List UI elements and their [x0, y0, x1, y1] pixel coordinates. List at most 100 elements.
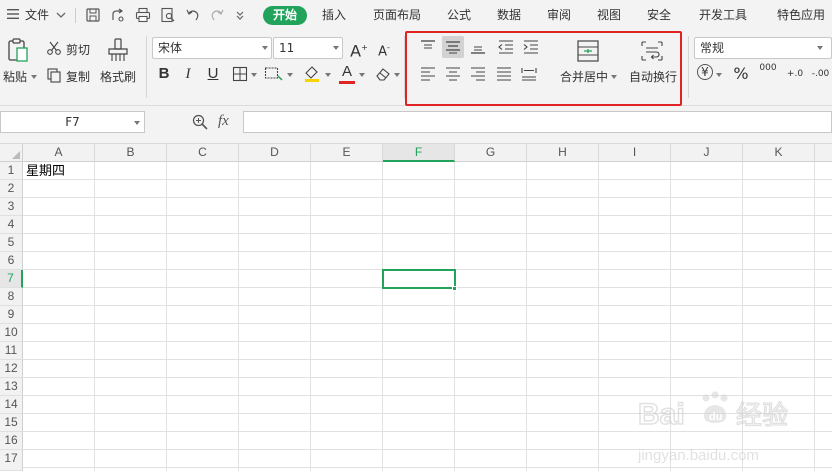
merge-center-icon[interactable]: [576, 39, 600, 63]
file-menu[interactable]: 文件: [25, 6, 49, 25]
merge-center-dropdown-caret[interactable]: [611, 75, 617, 79]
tab-page-layout[interactable]: 页面布局: [373, 6, 421, 25]
scissors-icon[interactable]: [46, 40, 62, 56]
tab-view[interactable]: 视图: [597, 6, 621, 25]
row-header-8[interactable]: 8: [0, 288, 23, 306]
insert-function-button[interactable]: fx: [218, 113, 229, 130]
tab-security[interactable]: 安全: [647, 6, 671, 25]
decrease-indent-icon[interactable]: [496, 38, 516, 56]
increase-indent-icon[interactable]: [521, 38, 541, 56]
font-color-button[interactable]: A: [337, 62, 357, 82]
row-header-4[interactable]: 4: [0, 216, 23, 234]
row-header-13[interactable]: 13: [0, 378, 23, 396]
undo-icon[interactable]: [184, 6, 202, 24]
tab-formulas[interactable]: 公式: [447, 6, 471, 25]
column-header-D[interactable]: D: [239, 144, 311, 162]
format-painter-label[interactable]: 格式刷: [100, 68, 136, 85]
align-top-icon[interactable]: [418, 38, 438, 56]
borders-dropdown-caret[interactable]: [251, 73, 257, 77]
row-header-5[interactable]: 5: [0, 234, 23, 252]
share-icon[interactable]: [109, 6, 127, 24]
font-color-dropdown-caret[interactable]: [359, 73, 365, 77]
row-header-1[interactable]: 1: [0, 162, 23, 180]
italic-button[interactable]: I: [178, 64, 198, 84]
print-preview-icon[interactable]: [159, 6, 177, 24]
decrease-font-size-button[interactable]: A-: [374, 38, 394, 59]
paste-label[interactable]: 粘贴: [3, 68, 27, 85]
column-header-K[interactable]: K: [743, 144, 815, 162]
row-header-12[interactable]: 12: [0, 360, 23, 378]
paste-icon[interactable]: [6, 37, 30, 63]
row-header-7[interactable]: 7: [0, 270, 23, 288]
active-cell-F7[interactable]: [382, 269, 456, 289]
percent-button[interactable]: %: [731, 64, 751, 84]
tab-review[interactable]: 审阅: [547, 6, 571, 25]
cut-label[interactable]: 剪切: [66, 41, 90, 58]
merge-center-label[interactable]: 合并居中: [560, 68, 608, 85]
row-header-9[interactable]: 9: [0, 306, 23, 324]
fill-color-icon[interactable]: [302, 64, 322, 84]
tab-home[interactable]: 开始: [263, 6, 307, 25]
copy-icon[interactable]: [46, 67, 62, 83]
currency-dropdown-caret[interactable]: [716, 73, 722, 77]
eraser-icon[interactable]: [374, 66, 392, 82]
decrease-decimal-button[interactable]: -.00: [809, 64, 832, 84]
column-header-I[interactable]: I: [599, 144, 671, 162]
align-bottom-icon[interactable]: [468, 38, 488, 56]
chevron-down-icon[interactable]: [55, 9, 67, 21]
tab-insert[interactable]: 插入: [322, 6, 346, 25]
cell-A1[interactable]: 星期四: [26, 163, 65, 181]
format-painter-icon[interactable]: [106, 37, 130, 63]
save-icon[interactable]: [84, 6, 102, 24]
increase-font-size-button[interactable]: A+: [349, 38, 369, 60]
align-center-icon[interactable]: [443, 65, 463, 83]
zoom-formula-icon[interactable]: [191, 113, 209, 131]
bold-button[interactable]: B: [154, 64, 174, 84]
wrap-text-label[interactable]: 自动换行: [629, 68, 677, 85]
copy-label[interactable]: 复制: [66, 68, 90, 85]
align-middle-icon[interactable]: [442, 36, 464, 58]
cell-style-dropdown-caret[interactable]: [287, 73, 293, 77]
row-header-3[interactable]: 3: [0, 198, 23, 216]
row-header-17[interactable]: 17: [0, 450, 23, 471]
tab-data[interactable]: 数据: [497, 6, 521, 25]
name-box[interactable]: F7: [0, 111, 145, 133]
column-header-H[interactable]: H: [527, 144, 599, 162]
column-header-J[interactable]: J: [671, 144, 743, 162]
column-header-A[interactable]: A: [23, 144, 95, 162]
align-right-icon[interactable]: [468, 65, 488, 83]
column-header-C[interactable]: C: [167, 144, 239, 162]
redo-icon[interactable]: [208, 6, 226, 24]
tab-developer[interactable]: 开发工具: [699, 6, 747, 25]
borders-icon[interactable]: [232, 66, 248, 82]
row-header-10[interactable]: 10: [0, 324, 23, 342]
align-left-icon[interactable]: [418, 65, 438, 83]
row-header-15[interactable]: 15: [0, 414, 23, 432]
customize-toolbar-icon[interactable]: [234, 9, 246, 21]
row-header-14[interactable]: 14: [0, 396, 23, 414]
font-name-select[interactable]: 宋体: [152, 37, 272, 59]
eraser-dropdown-caret[interactable]: [394, 73, 400, 77]
paste-dropdown-caret[interactable]: [31, 75, 37, 79]
column-header-F[interactable]: F: [383, 144, 455, 162]
thousands-separator-button[interactable]: 000: [757, 62, 779, 82]
formula-input[interactable]: [243, 111, 832, 133]
row-header-16[interactable]: 16: [0, 432, 23, 450]
tab-special-apps[interactable]: 特色应用: [777, 6, 825, 25]
print-icon[interactable]: [134, 6, 152, 24]
distributed-align-icon[interactable]: [519, 65, 539, 83]
increase-decimal-button[interactable]: +.0: [784, 64, 806, 84]
row-header-11[interactable]: 11: [0, 342, 23, 360]
fill-handle[interactable]: [452, 286, 457, 291]
justify-icon[interactable]: [494, 65, 514, 83]
column-header-G[interactable]: G: [455, 144, 527, 162]
currency-button[interactable]: ¥: [697, 64, 713, 80]
column-header-B[interactable]: B: [95, 144, 167, 162]
column-header-E[interactable]: E: [311, 144, 383, 162]
row-header-2[interactable]: 2: [0, 180, 23, 198]
row-header-6[interactable]: 6: [0, 252, 23, 270]
font-size-select[interactable]: 11: [273, 37, 343, 59]
wrap-text-icon[interactable]: [640, 39, 664, 63]
column-header-L-partial[interactable]: [815, 144, 832, 162]
underline-button[interactable]: U: [203, 64, 223, 84]
